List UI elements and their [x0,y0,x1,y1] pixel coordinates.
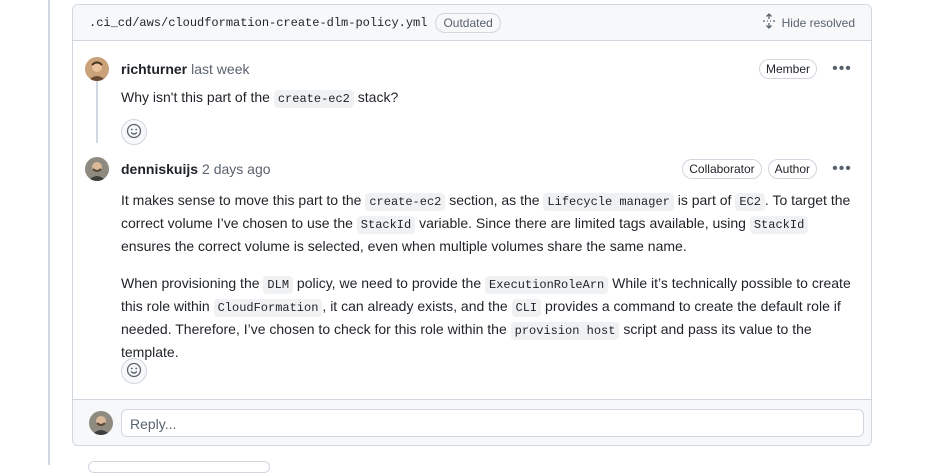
timestamp[interactable]: 2 days ago [202,161,271,177]
inline-code: EC2 [735,193,765,211]
comment-body: It makes sense to move this part to the … [121,190,855,363]
file-header: .ci_cd/aws/cloudformation-create-dlm-pol… [73,5,871,41]
inline-code: Lifecycle manager [543,193,674,211]
body-text: ensures the correct volume is selected, … [121,238,687,254]
inline-code: create-ec2 [365,193,446,211]
inline-code: create-ec2 [273,90,354,108]
body-text: It makes sense to move this part to the [121,192,366,208]
current-user-avatar[interactable] [89,411,113,435]
review-thread: .ci_cd/aws/cloudformation-create-dlm-pol… [72,4,872,446]
inline-code: CloudFormation [213,299,323,317]
inline-code: DLM [263,276,294,294]
comment-body: Why isn't this part of the create-ec2 st… [121,87,855,110]
author-name[interactable]: richturner [121,61,187,77]
inline-code: StackId [356,216,416,234]
add-reaction-button[interactable] [121,358,147,384]
reply-input[interactable]: Reply... [121,409,864,437]
body-text: section, as the [445,192,544,208]
inline-code: ExecutionRoleArn [485,276,609,294]
author-badge: Author [767,159,817,179]
body-text: policy, we need to provide the [293,275,485,291]
kebab-horizontal-icon[interactable]: ••• [829,60,855,78]
hide-resolved-label: Hide resolved [781,15,855,30]
inline-code: provision host [510,322,620,340]
avatar[interactable] [85,157,109,181]
reply-bar: Reply... [73,399,871,445]
timestamp[interactable]: last week [191,61,249,77]
smiley-icon [126,362,142,381]
smiley-icon [126,123,142,142]
outdated-badge: Outdated [435,12,501,33]
next-thread-stub [88,461,270,473]
body-text: variable. Since there are limited tags a… [415,215,750,231]
add-reaction-button[interactable] [121,119,147,145]
body-text: When provisioning the [121,275,264,291]
author-name[interactable]: denniskuijs [121,161,198,177]
member-badge: Member [758,59,817,79]
inline-code: CLI [511,299,542,317]
body-text: is part of [673,192,736,208]
comment-header: denniskuijs 2 days ago Collaborator Auth… [121,157,855,181]
avatar[interactable] [85,57,109,81]
body-text: , it can already exists, and the [322,298,512,314]
collaborator-badge: Collaborator [682,159,762,179]
timeline-rail [48,0,50,465]
body-text: Why isn't this part of the [121,89,274,105]
file-path[interactable]: .ci_cd/aws/cloudformation-create-dlm-pol… [89,16,427,30]
inline-code: StackId [749,216,809,234]
comment-header: richturner last week Member ••• [121,57,855,81]
unfold-icon [762,13,776,32]
body-text: stack? [353,89,399,105]
hide-resolved-button[interactable]: Hide resolved [762,13,855,32]
kebab-horizontal-icon[interactable]: ••• [829,160,855,178]
